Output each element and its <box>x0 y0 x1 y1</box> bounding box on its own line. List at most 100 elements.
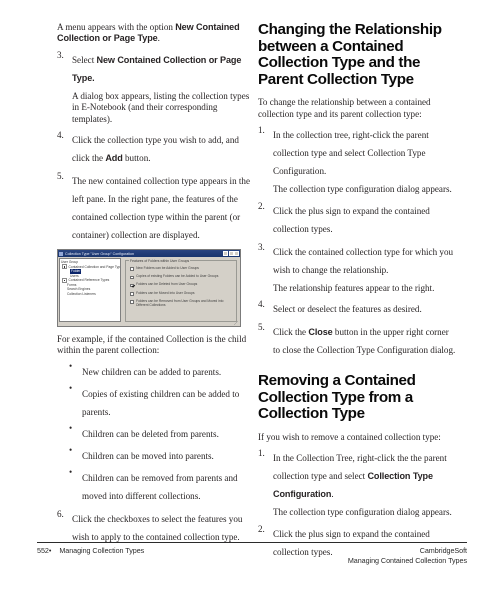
minimize-icon[interactable] <box>223 251 228 257</box>
step-bold: New Contained Collection or Page Type <box>72 54 242 83</box>
list-text: Click the plus sign to expand the contai… <box>273 205 430 234</box>
features-groupbox: Features of Folders within User Groups N… <box>125 258 237 323</box>
bullet-icon: • <box>69 445 73 456</box>
list-marker: 1. <box>258 125 265 136</box>
dialog-titlebar: Collection Type "User Group" Configurati… <box>58 250 240 258</box>
list-item: • Children can be moved into parents. <box>57 445 257 464</box>
checkbox-icon-checked[interactable] <box>130 283 134 288</box>
list-marker: 4. <box>57 130 64 141</box>
bullet-icon: • <box>69 383 73 394</box>
list-item: 5. The new contained collection type app… <box>57 171 257 243</box>
list-text: The new contained collection type appear… <box>72 176 251 241</box>
tree-item-label: Contained Reference Types <box>68 278 110 283</box>
list-marker: 3. <box>57 49 64 60</box>
section-intro: To change the relationship between a con… <box>258 97 431 119</box>
footer-left: 552• Managing Collection Types <box>37 546 144 556</box>
bullet-text: Children can be deleted from parents. <box>82 428 219 439</box>
list-item: 3. Click the contained collection type f… <box>258 242 458 278</box>
list-item: 5. Click the Close button in the upper r… <box>258 322 458 358</box>
checkbox-row[interactable]: Copies of existing Folders can be Added … <box>130 274 233 280</box>
list-marker: 5. <box>258 322 265 332</box>
list-item: 1. In the collection tree, right-click t… <box>258 125 458 179</box>
bullet-icon: • <box>69 423 73 434</box>
collection-tree-pane[interactable]: User Group Contained Collection and Page… <box>59 258 121 323</box>
checkbox-icon[interactable] <box>130 291 134 296</box>
step-prefix: Click the collection type you wish to ad… <box>72 135 239 164</box>
section-heading: Removing a Contained Collection Type fro… <box>258 372 416 423</box>
step-prefix: Select <box>72 54 97 65</box>
resize-grip-icon[interactable] <box>234 320 238 325</box>
bullet-text: Children can be moved into parents. <box>82 450 214 461</box>
bullet-text: New children can be added to parents. <box>82 366 222 377</box>
checkbox-label: Folders can be Removed from User Groups … <box>136 298 224 307</box>
expand-plus-icon[interactable] <box>62 264 67 270</box>
list-item: 2. Click the plus sign to expand the con… <box>258 201 458 237</box>
step-bold: Close <box>308 327 333 337</box>
step-sub-text: The collection type configuration dialog… <box>273 507 452 518</box>
step-suffix: . <box>92 72 95 83</box>
window-controls <box>223 251 239 257</box>
manual-page: A menu appears with the option New Conta… <box>0 0 500 600</box>
features-pane: Features of Folders within User Groups N… <box>123 258 239 323</box>
section-heading: Changing the Relationship between a Cont… <box>258 21 442 88</box>
checkbox-row[interactable]: New Folders can be Added to User Groups <box>130 266 233 272</box>
dialog-statusbar <box>59 320 239 325</box>
page-footer: 552• Managing Collection Types CambridgeS… <box>37 542 467 572</box>
list-marker: 1. <box>258 448 265 459</box>
step-sub-text: The collection type configuration dialog… <box>273 184 452 195</box>
list-text: Click the Close button in the upper righ… <box>273 327 455 355</box>
list-marker: 2. <box>258 200 265 211</box>
list-item: 6. Click the checkboxes to select the fe… <box>57 509 257 545</box>
checkbox-icon[interactable] <box>130 300 134 304</box>
list-text: In the Collection Tree, right-click the … <box>273 453 447 499</box>
tree-item-label: Users <box>70 273 79 278</box>
footer-brand: CambridgeSoft <box>419 546 467 555</box>
dialog-title: Collection Type "User Group" Configurati… <box>65 251 135 256</box>
intro-paragraph: A menu appears with the option New Conta… <box>57 22 257 45</box>
bullet-text: Copies of existing children can be added… <box>82 388 240 417</box>
intro-text-1: A menu appears with the option <box>57 22 176 32</box>
checkbox-row[interactable]: Folders can be Deleted from User Groups <box>130 282 233 288</box>
tree-item-label: Contained Collection and Page Types <box>68 264 121 269</box>
checkbox-row[interactable]: Folders can be Removed from User Groups … <box>130 298 233 308</box>
tree-item[interactable]: Collection Listeners <box>61 292 119 296</box>
list-item: • Copies of existing children can be add… <box>57 383 257 420</box>
list-item: 1. In the Collection Tree, right-click t… <box>258 448 458 502</box>
footer-right: CambridgeSoft Managing Contained Collect… <box>348 546 467 565</box>
list-text: Click the contained collection type for … <box>273 246 454 275</box>
maximize-icon[interactable] <box>228 251 234 257</box>
step-bold: Add <box>105 153 123 164</box>
checkbox-icon[interactable] <box>130 267 134 272</box>
checkbox-label: New Folders can be Added to User Groups <box>136 266 199 271</box>
list-marker: 2. <box>258 523 265 534</box>
list-text: Click the checkboxes to select the featu… <box>72 513 243 542</box>
checkbox-label: Folders can be Deleted from User Groups <box>136 282 198 287</box>
list-text: In the collection tree, right-click the … <box>273 130 429 177</box>
checkbox-icon[interactable] <box>130 275 134 280</box>
list-item: 3. Select New Contained Collection or Pa… <box>57 50 257 86</box>
close-icon[interactable] <box>234 251 239 257</box>
list-item: • New children can be added to parents. <box>57 361 257 380</box>
page-number-value: 552 <box>37 546 49 555</box>
list-item: • Children can be removed from parents a… <box>57 467 257 504</box>
expand-plus-icon[interactable] <box>62 277 67 283</box>
step-sub-text: The relationship features appear to the … <box>273 282 435 293</box>
checkbox-row[interactable]: Folders can be Moved into User Groups <box>130 290 233 296</box>
left-column: A menu appears with the option New Conta… <box>57 22 257 550</box>
list-marker: 3. <box>258 241 265 252</box>
bullet-text: Children can be removed from parents and… <box>82 472 238 501</box>
step-prefix: Click the <box>273 327 309 337</box>
bullet-icon: • <box>69 361 73 372</box>
list-text: Click the collection type you wish to ad… <box>72 135 239 163</box>
list-marker: 6. <box>57 508 64 519</box>
footer-left-text: Managing Collection Types <box>59 546 145 555</box>
groupbox-label: Features of Folders within User Groups <box>129 258 191 263</box>
checkbox-label: Folders can be Moved into User Groups <box>136 290 195 295</box>
window-icon <box>59 251 63 256</box>
bullet-icon: • <box>69 467 73 478</box>
section-intro: If you wish to remove a contained collec… <box>258 431 441 442</box>
intro-text-2: . <box>157 33 160 44</box>
step-suffix: button. <box>122 153 151 164</box>
checkbox-label: Copies of existing Folders can be Added … <box>136 274 219 279</box>
right-column: Changing the Relationship between a Cont… <box>258 21 458 565</box>
